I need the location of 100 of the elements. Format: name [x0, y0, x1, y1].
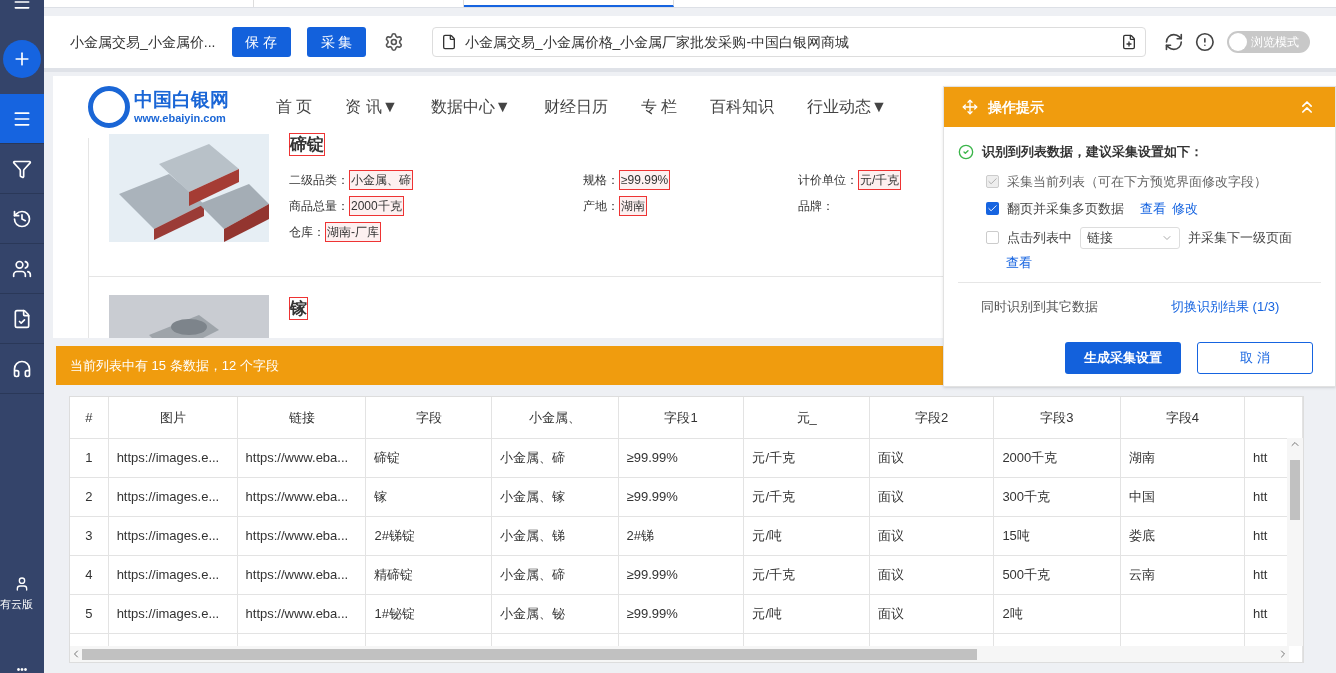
table-cell: 面议	[869, 516, 994, 555]
refresh-icon[interactable]	[1163, 32, 1184, 52]
table-cell: 小金属、碲	[491, 555, 619, 594]
nav-link[interactable]: 行业动态▼	[807, 95, 887, 119]
option-link[interactable]: 修改	[1172, 199, 1198, 219]
product-title: 镓	[289, 297, 308, 321]
table-cell: 元/千克	[743, 555, 870, 594]
cancel-button[interactable]: 取 消	[1197, 342, 1313, 374]
table-cell: https://images.e...	[108, 438, 238, 477]
table-cell: 15吨	[993, 516, 1121, 555]
field-value: 2000千克	[349, 196, 404, 217]
table-cell: 1#铋锭	[365, 594, 492, 633]
vertical-scrollbar[interactable]	[1287, 438, 1303, 646]
field-label: 品牌：	[798, 198, 834, 216]
move-icon[interactable]	[962, 99, 978, 115]
table-cell: 镓	[365, 477, 492, 516]
generate-button[interactable]: 生成采集设置	[1065, 342, 1181, 374]
table-cell: https://www.eba...	[237, 516, 366, 555]
option-label: 点击列表中	[1007, 228, 1072, 247]
checkbox[interactable]	[986, 202, 999, 216]
table-cell: 中国	[1120, 477, 1245, 516]
column-header[interactable]: 字段4	[1120, 397, 1245, 438]
nav-link[interactable]: 数据中心▼	[430, 95, 511, 119]
column-header[interactable]: #	[70, 397, 109, 438]
table-cell: 1	[70, 438, 109, 477]
column-header[interactable]: 字段3	[993, 397, 1121, 438]
field-label: 仓库：	[289, 224, 325, 242]
success-icon	[958, 143, 974, 160]
save-button[interactable]: 保 存	[231, 27, 291, 57]
table-cell: 面议	[869, 594, 994, 633]
field-value: 小金属、碲	[349, 170, 413, 191]
info-icon[interactable]	[1195, 32, 1216, 52]
table-cell: 2吨	[993, 594, 1121, 633]
link-type-select[interactable]: 链接	[1080, 226, 1180, 249]
column-header[interactable]: 元_	[743, 397, 870, 438]
table-cell: ≥99.99%	[618, 594, 744, 633]
table-cell: ≥99.99%	[618, 555, 744, 594]
table-cell: 元/吨	[743, 516, 870, 555]
column-header[interactable]: 链接	[237, 397, 366, 438]
table-cell: 300千克	[993, 477, 1121, 516]
more-icon[interactable]: •••	[16, 662, 28, 673]
logo-icon	[88, 86, 130, 128]
table-cell: 面议	[869, 477, 994, 516]
add-button[interactable]	[3, 40, 41, 78]
nav-link[interactable]: 百科知识	[710, 95, 775, 119]
field-value: 湖南	[619, 196, 647, 217]
table-cell: 小金属、锑	[491, 516, 619, 555]
logo-url: www.ebaiyin.com	[134, 112, 227, 126]
table-cell: 云南	[1120, 555, 1245, 594]
column-header[interactable]: 小金属、	[491, 397, 619, 438]
url-text: 小金属交易_小金属价格_小金属厂家批发采购-中国白银网商城	[464, 32, 851, 52]
table-cell: 小金属、铋	[491, 594, 619, 633]
table-cell: 小金属、镓	[491, 477, 619, 516]
table-cell: https://www.eba...	[237, 594, 366, 633]
option-link[interactable]: 查看	[1006, 252, 1032, 272]
collect-button[interactable]: 采 集	[306, 27, 367, 57]
table-cell: 4	[70, 555, 109, 594]
column-header[interactable]: 字段1	[618, 397, 744, 438]
nav-link[interactable]: 专 栏	[640, 95, 678, 119]
list-icon[interactable]	[0, 94, 44, 144]
field-value: 元/千克	[858, 170, 902, 191]
scroll-thumb[interactable]	[1290, 460, 1300, 520]
nav-link[interactable]: 资 讯▼	[345, 95, 398, 119]
table-cell: ≥99.99%	[618, 438, 744, 477]
column-header[interactable]: 字段	[365, 397, 492, 438]
field-label: 产地：	[583, 198, 619, 216]
table-cell: https://images.e...	[108, 594, 238, 633]
url-field[interactable]: 小金属交易_小金属价格_小金属厂家批发采购-中国白银网商城	[431, 27, 1146, 57]
table-cell: 碲锭	[365, 438, 492, 477]
field-value: ≥99.99%	[619, 170, 671, 191]
table-cell: https://images.e...	[108, 477, 238, 516]
column-header[interactable]: 图片	[108, 397, 238, 438]
horizontal-scrollbar[interactable]	[70, 646, 1289, 662]
edit-page-icon[interactable]	[1120, 34, 1137, 50]
table-cell: 面议	[869, 438, 994, 477]
switch-result-link[interactable]: 切换识别结果 (1/3)	[1171, 297, 1280, 317]
column-header[interactable]: 字段2	[869, 397, 994, 438]
table-cell: 精碲锭	[365, 555, 492, 594]
nav-link[interactable]: 首 页	[276, 95, 313, 119]
user-icon[interactable]	[14, 575, 30, 592]
option-link[interactable]: 查看	[1140, 199, 1166, 219]
option-label: 翻页并采集多页数据	[1007, 200, 1124, 218]
field-label: 规格：	[583, 172, 619, 190]
nav-link[interactable]: 财经日历	[543, 95, 608, 119]
table-cell: 元/千克	[743, 438, 870, 477]
table-cell: https://images.e...	[108, 516, 238, 555]
panel-title: 操作提示	[988, 97, 1045, 117]
table-cell: 2	[70, 477, 109, 516]
other-data-label: 同时识别到其它数据	[981, 298, 1099, 316]
account-label[interactable]: 有云版	[0, 595, 33, 612]
settings-icon[interactable]	[384, 32, 404, 52]
table-cell: ≥99.99%	[618, 477, 744, 516]
table-cell: 2#锑锭	[365, 516, 492, 555]
table-cell: 500千克	[993, 555, 1121, 594]
checkbox[interactable]	[986, 231, 999, 244]
table-cell: https://images.e...	[108, 555, 238, 594]
field-label: 商品总量：	[289, 198, 349, 216]
option-suffix: 并采集下一级页面	[1188, 228, 1292, 247]
table-cell: https://www.eba...	[237, 477, 366, 516]
scroll-thumb[interactable]	[82, 648, 977, 660]
